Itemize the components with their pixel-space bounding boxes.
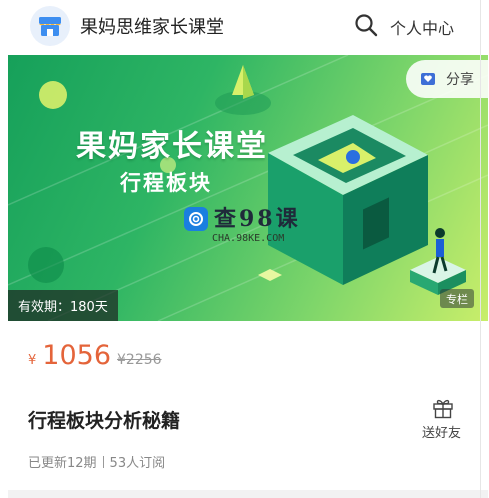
course-stats: 已更新12期 53人订阅: [28, 452, 165, 471]
course-page: 果妈思维家长课堂 个人中心 果妈家长课堂 行程板块 查98课 CHA.98KE.…: [8, 0, 488, 498]
original-price: ¥2256: [117, 352, 162, 368]
currency-symbol: ¥: [28, 353, 37, 368]
section-divider: [8, 490, 488, 498]
course-title: 行程板块分析秘籍: [28, 410, 181, 432]
gift-icon[interactable]: [432, 397, 454, 419]
header: 果妈思维家长课堂 个人中心: [8, 0, 488, 52]
banner-subtitle: 行程板块: [120, 171, 212, 195]
search-icon[interactable]: [354, 13, 378, 37]
watermark-domain: CHA.98KE.COM: [212, 233, 285, 244]
share-icon: [421, 73, 435, 85]
shop-logo-icon[interactable]: [30, 6, 70, 46]
personal-center-link[interactable]: 个人中心: [390, 15, 454, 39]
validity-badge: 有效期：180天: [8, 290, 118, 321]
share-button[interactable]: 分享: [406, 60, 488, 98]
watermark-text: 查98课: [214, 206, 301, 232]
page-edge-divider: [480, 0, 481, 498]
subscriber-count: 53人订阅: [109, 456, 166, 471]
share-label: 分享: [446, 72, 474, 88]
stats-divider: [102, 455, 104, 468]
watermark-logo-icon: [184, 207, 208, 231]
course-banner: 果妈家长课堂 行程板块 查98课 CHA.98KE.COM 分享 有效期：180…: [8, 55, 488, 321]
shop-title[interactable]: 果妈思维家长课堂: [80, 13, 224, 39]
current-price: 1056: [42, 340, 111, 371]
column-badge: 专栏: [440, 289, 474, 308]
banner-title: 果妈家长课堂: [76, 129, 268, 164]
price-row: ¥ 1056 ¥2256: [28, 340, 162, 380]
gift-to-friend-button[interactable]: 送好友: [422, 422, 461, 441]
update-count: 已更新12期: [28, 456, 97, 471]
